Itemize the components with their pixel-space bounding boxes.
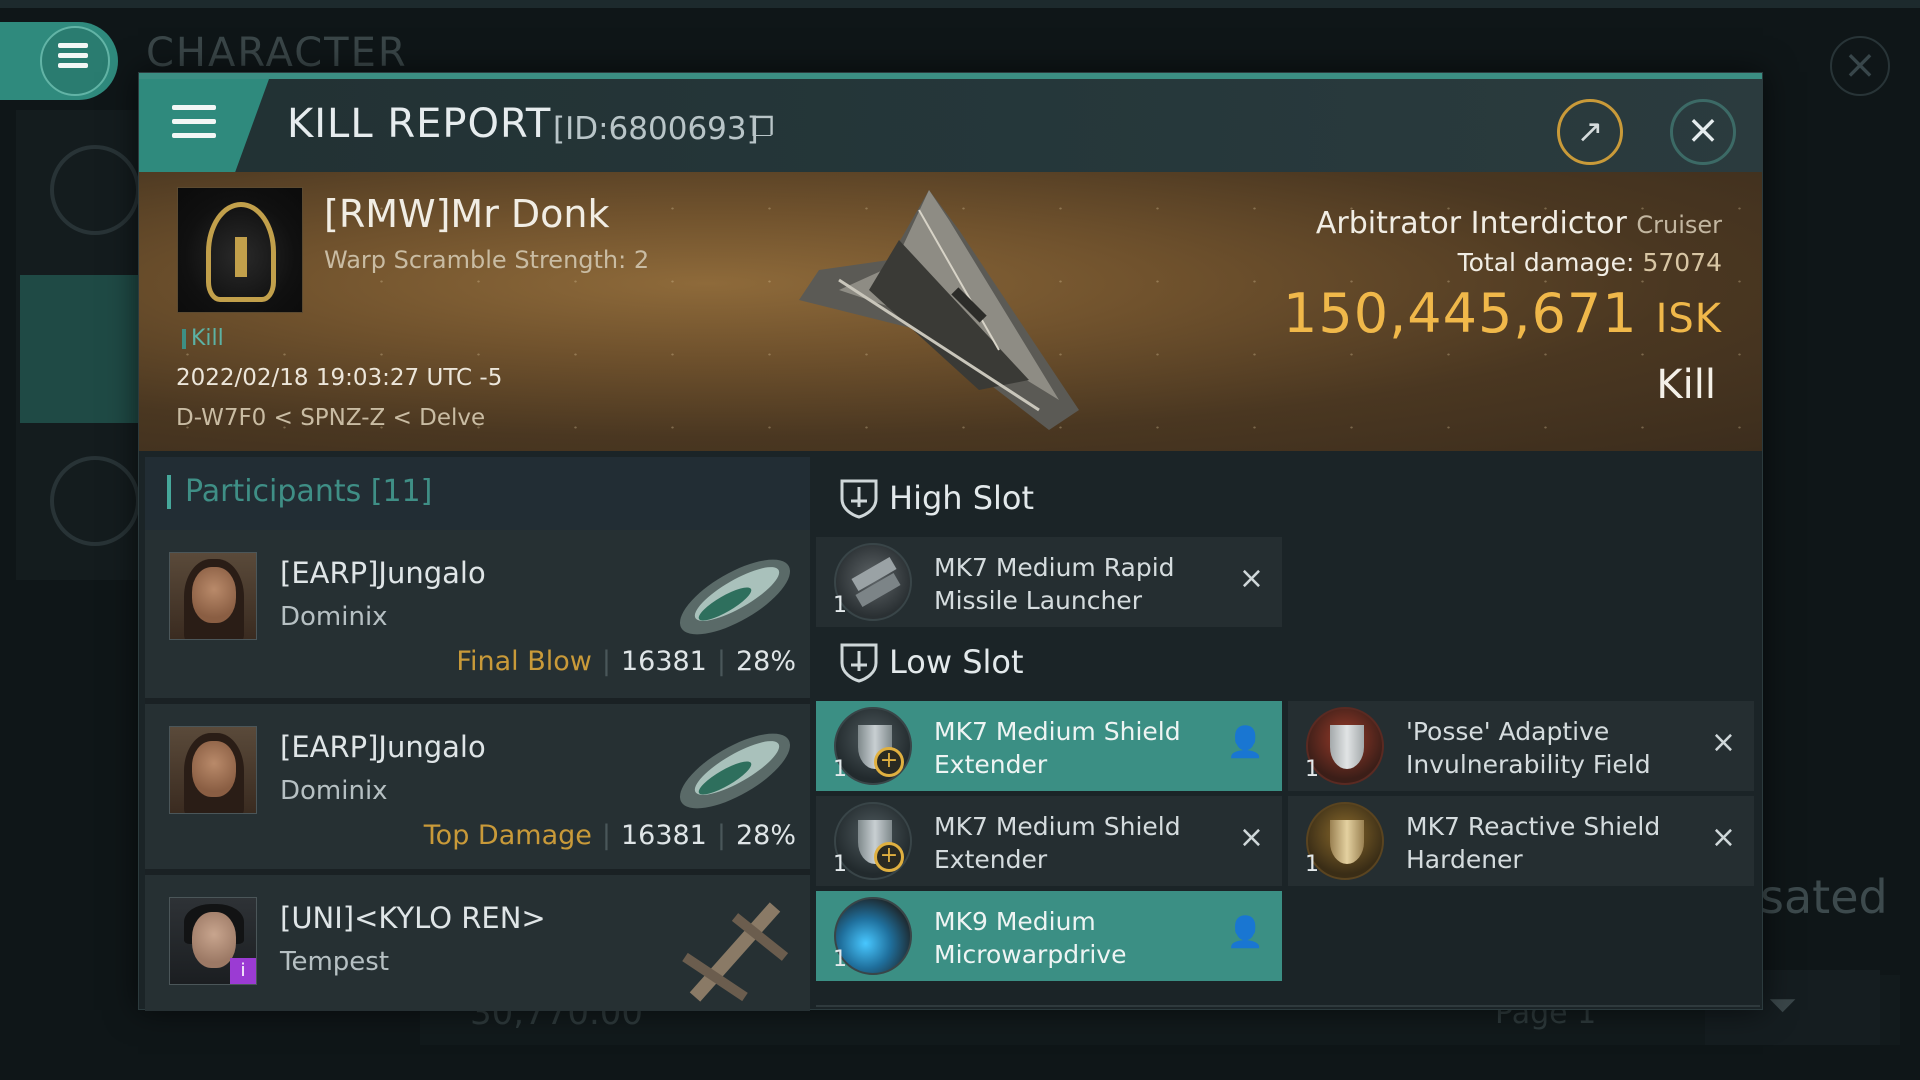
- participant-row[interactable]: i [UNI]<KYLO REN> Tempest: [145, 872, 810, 1011]
- victim-portrait[interactable]: [177, 187, 303, 313]
- module-item[interactable]: 1 'Posse' Adaptive Invulnerability Field…: [1288, 701, 1754, 791]
- participant-name: [UNI]<KYLO REN>: [280, 901, 546, 935]
- destroyed-icon: ×: [1238, 561, 1264, 596]
- module-qty: 1: [833, 593, 847, 618]
- module-name: MK7 Medium Shield Extender: [934, 717, 1181, 779]
- kill-report-panel: KILL REPORT [ID:6800693] ❐ ↗ × [RMW]Mr D…: [138, 72, 1763, 1011]
- background-sidebar-selected[interactable]: [20, 275, 140, 423]
- destroyed-icon: ×: [1710, 725, 1736, 760]
- background-top-bar: [0, 0, 1920, 8]
- background-close-icon[interactable]: ×: [1830, 36, 1890, 96]
- warp-scramble-strength: Warp Scramble Strength: 2: [324, 246, 650, 274]
- copy-icon[interactable]: ❐: [751, 113, 774, 143]
- module-name: 'Posse' Adaptive Invulnerability Field: [1406, 717, 1651, 779]
- isk-value: 150,445,671 ISK: [1283, 282, 1722, 345]
- victim-ship-class: Cruiser: [1636, 211, 1722, 239]
- victim-name[interactable]: [RMW]Mr Donk: [324, 192, 610, 236]
- list-icon[interactable]: [50, 145, 140, 235]
- kill-tag: Kill: [182, 328, 224, 350]
- high-slot-icon: [840, 479, 878, 519]
- module-name: MK7 Reactive Shield Hardener: [1406, 812, 1661, 874]
- participant-ship: Tempest: [280, 947, 390, 977]
- background-menu-button[interactable]: [0, 22, 118, 100]
- participant-role: Top Damage: [423, 820, 592, 851]
- victim-ship-name[interactable]: Arbitrator Interdictor Cruiser: [1316, 206, 1722, 241]
- share-icon[interactable]: ↗: [1557, 99, 1623, 165]
- info-badge: i: [230, 958, 256, 984]
- module-qty: 1: [833, 947, 847, 972]
- kill-datetime: 2022/02/18 19:03:27 UTC -5: [176, 365, 503, 391]
- kill-report-header: KILL REPORT [ID:6800693] ❐ ↗ ×: [139, 79, 1762, 172]
- total-damage: Total damage: 57074: [1457, 248, 1722, 277]
- participant-ship: Dominix: [280, 602, 388, 632]
- module-item[interactable]: 1 MK7 Medium Rapid Missile Launcher ×: [816, 537, 1282, 627]
- participant-percent: 28%: [735, 820, 796, 851]
- participant-name: [EARP]Jungalo: [280, 730, 486, 764]
- close-icon[interactable]: ×: [1670, 99, 1736, 165]
- participant-ship-image: [679, 559, 791, 635]
- module-qty: 1: [833, 852, 847, 877]
- module-name: MK9 Medium Microwarpdrive: [934, 907, 1127, 969]
- background-text: sated: [1760, 870, 1888, 924]
- participants-header[interactable]: Participants [11]: [145, 457, 810, 530]
- filter-icon: ⏷: [1768, 985, 1797, 1026]
- module-item[interactable]: + 1 MK7 Medium Shield Extender ×: [816, 796, 1282, 886]
- hamburger-icon: [172, 105, 216, 147]
- background-page-title: CHARACTER: [146, 30, 408, 76]
- kill-location[interactable]: D-W7F0 < SPNZ-Z < Delve: [176, 405, 485, 431]
- participant-ship: Dominix: [280, 776, 388, 806]
- next-slot-header-partial: [816, 1005, 1760, 1011]
- low-slot-header: Low Slot: [816, 621, 1760, 697]
- module-qty: 1: [1305, 757, 1319, 782]
- participant-damage: 16381: [620, 820, 707, 851]
- participant-name: [EARP]Jungalo: [280, 556, 486, 590]
- star-icon[interactable]: [50, 456, 140, 546]
- low-slot-label: Low Slot: [889, 643, 1024, 681]
- module-item[interactable]: + 1 MK7 Medium Shield Extender 👤: [816, 701, 1282, 791]
- panel-menu-button[interactable]: [139, 79, 269, 172]
- low-slot-icon: [840, 643, 878, 683]
- person-icon: 👤: [1226, 725, 1264, 760]
- participant-portrait: [169, 552, 257, 640]
- participant-portrait: [169, 726, 257, 814]
- module-name: MK7 Medium Shield Extender: [934, 812, 1181, 874]
- high-slot-label: High Slot: [889, 479, 1035, 517]
- module-qty: 1: [1305, 852, 1319, 877]
- module-item[interactable]: 1 MK7 Reactive Shield Hardener ×: [1288, 796, 1754, 886]
- kill-result: Kill: [1656, 362, 1716, 408]
- participant-stats: Final Blow | 16381 | 28%: [456, 646, 796, 677]
- high-slot-header: High Slot: [816, 457, 1760, 533]
- module-qty: 1: [833, 757, 847, 782]
- participant-percent: 28%: [735, 646, 796, 677]
- panel-title: KILL REPORT: [287, 101, 552, 147]
- destroyed-icon: ×: [1710, 820, 1736, 855]
- victim-banner: [RMW]Mr Donk Warp Scramble Strength: 2 K…: [139, 172, 1762, 451]
- participant-row[interactable]: [EARP]Jungalo Dominix Top Damage | 16381 | 2…: [145, 701, 810, 869]
- participant-damage: 16381: [620, 646, 707, 677]
- person-icon: 👤: [1226, 915, 1264, 950]
- victim-ship-image[interactable]: [779, 180, 1109, 440]
- participant-role: Final Blow: [456, 646, 592, 677]
- module-item[interactable]: 1 MK9 Medium Microwarpdrive 👤: [816, 891, 1282, 981]
- fitting-panel: High Slot 1 MK7 Medium Rapid Missile Lau…: [816, 457, 1760, 1011]
- participant-ship-image: [682, 902, 789, 1002]
- total-damage-value: 57074: [1642, 248, 1722, 277]
- isk-unit: ISK: [1655, 296, 1722, 342]
- participant-ship-image: [679, 733, 791, 809]
- participant-portrait: i: [169, 897, 257, 985]
- participants-list: Participants [11] [EARP]Jungalo Dominix …: [145, 457, 810, 1011]
- hamburger-icon: [58, 43, 88, 73]
- kill-id: [ID:6800693]: [553, 111, 759, 147]
- participant-row[interactable]: [EARP]Jungalo Dominix Final Blow | 16381 | 2…: [145, 530, 810, 698]
- participant-stats: Top Damage | 16381 | 28%: [423, 820, 796, 851]
- destroyed-icon: ×: [1238, 820, 1264, 855]
- module-name: MK7 Medium Rapid Missile Launcher: [934, 553, 1175, 615]
